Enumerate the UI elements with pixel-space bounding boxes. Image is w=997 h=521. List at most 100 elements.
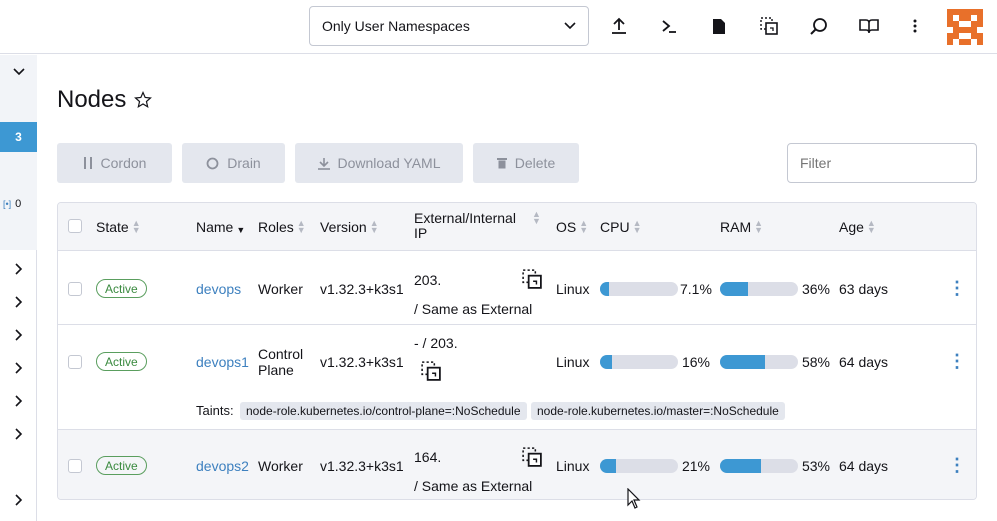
chevron-right-icon[interactable]	[12, 361, 26, 375]
table-row[interactable]: Active devops1 Control Plane v1.32.3+k3s…	[58, 325, 976, 430]
taints-label: Taints:	[196, 403, 234, 418]
node-age: 63 days	[839, 281, 889, 297]
side-nav-cluster-section	[0, 55, 37, 250]
chevron-right-icon[interactable]	[12, 328, 26, 342]
status-badge: Active	[96, 279, 147, 298]
sort-icon: ▲ ▼	[532, 209, 541, 226]
status-badge: Active	[96, 456, 147, 475]
nodes-table: State ▲ ▼ Name ▼ Roles ▲ ▼ Version ▲ ▼ Exte…	[57, 202, 977, 500]
node-external-ip: 203.	[414, 272, 442, 288]
node-roles: Worker	[258, 281, 303, 297]
namespace-select[interactable]: Only User Namespaces	[309, 6, 589, 46]
chevron-down-icon[interactable]	[12, 65, 26, 79]
node-name-link[interactable]: devops2	[196, 458, 249, 474]
delete-button[interactable]: Delete	[473, 143, 579, 183]
row-checkbox[interactable]	[68, 355, 82, 369]
node-os: Linux	[556, 458, 590, 474]
status-badge: Active	[96, 352, 147, 371]
column-header-name[interactable]: Name ▼	[196, 219, 246, 235]
row-actions-icon[interactable]: ⋮	[948, 278, 966, 299]
row-checkbox[interactable]	[68, 459, 82, 473]
sort-descending-icon: ▼	[236, 225, 246, 235]
ram-usage-bar	[720, 355, 798, 369]
copy-icon[interactable]	[522, 269, 542, 289]
sort-icon: ▲ ▼	[632, 218, 642, 235]
sort-icon: ▲ ▼	[296, 218, 306, 235]
copy-paste-icon[interactable]	[752, 9, 786, 43]
table-header: State ▲ ▼ Name ▼ Roles ▲ ▼ Version ▲ ▼ Exte…	[58, 203, 976, 251]
copy-icon[interactable]	[522, 447, 542, 467]
copy-icon[interactable]	[421, 361, 441, 381]
node-os: Linux	[556, 354, 590, 370]
ram-usage-fill	[720, 355, 766, 369]
node-version: v1.32.3+k3s1	[320, 281, 404, 297]
cpu-usage-fill	[600, 355, 613, 369]
sort-icon: ▲ ▼	[369, 218, 379, 235]
mouse-cursor-icon	[627, 488, 641, 509]
row-actions-icon[interactable]: ⋮	[948, 455, 966, 476]
filter-input[interactable]	[787, 143, 977, 183]
ram-usage-value: 36%	[801, 281, 830, 297]
search-icon[interactable]	[802, 9, 836, 43]
column-header-ip[interactable]: External/Internal IP ▲ ▼	[414, 209, 549, 241]
node-version: v1.32.3+k3s1	[320, 354, 404, 370]
star-icon[interactable]	[134, 91, 153, 109]
column-header-state[interactable]: State ▲ ▼	[96, 219, 141, 236]
column-header-ram[interactable]: RAM ▲ ▼	[720, 218, 764, 236]
sort-icon: ▲ ▼	[579, 218, 589, 235]
column-header-cpu[interactable]: CPU ▲ ▼	[600, 218, 642, 236]
upload-icon[interactable]	[602, 9, 636, 43]
cpu-usage-value: 7.1%	[680, 281, 712, 297]
ram-usage-fill	[720, 282, 749, 296]
nav-resource-count[interactable]: [•] 0	[3, 198, 21, 210]
node-age: 64 days	[839, 354, 889, 370]
chevron-down-icon	[564, 22, 576, 30]
node-version: v1.32.3+k3s1	[320, 458, 404, 474]
sort-icon: ▲ ▼	[754, 218, 764, 235]
cpu-usage-bar	[600, 459, 678, 473]
chevron-right-icon[interactable]	[12, 427, 26, 441]
avatar[interactable]	[947, 9, 983, 45]
chevron-right-icon[interactable]	[12, 493, 26, 507]
page-title: Nodes	[57, 86, 153, 114]
more-vert-icon[interactable]	[898, 9, 932, 43]
cpu-usage-value: 21%	[681, 458, 710, 474]
ram-usage-bar	[720, 459, 798, 473]
column-header-age[interactable]: Age ▲ ▼	[839, 218, 876, 236]
column-header-version[interactable]: Version ▲ ▼	[320, 218, 379, 236]
ram-usage-bar	[720, 282, 798, 296]
book-icon[interactable]	[852, 9, 886, 43]
sort-icon: ▲ ▼	[866, 218, 876, 235]
file-icon[interactable]	[702, 9, 736, 43]
terminal-icon[interactable]	[652, 9, 686, 43]
select-all-checkbox[interactable]	[68, 219, 82, 233]
cpu-usage-bar	[600, 282, 678, 296]
table-row[interactable]: Active devops Worker v1.32.3+k3s1 203. /…	[58, 252, 976, 325]
table-row[interactable]: Active devops2 Worker v1.32.3+k3s1 164. …	[58, 430, 976, 499]
nav-count-badge[interactable]: 3	[0, 122, 37, 152]
download-icon	[317, 157, 330, 170]
chevron-right-icon[interactable]	[12, 394, 26, 408]
chevron-right-icon[interactable]	[12, 295, 26, 309]
row-checkbox[interactable]	[68, 282, 82, 296]
circle-icon	[206, 157, 219, 169]
page-title-text: Nodes	[57, 86, 127, 113]
node-roles: Control Plane	[258, 346, 304, 378]
row-actions-icon[interactable]: ⋮	[948, 351, 966, 372]
namespace-select-value: Only User Namespaces	[322, 18, 470, 34]
pause-icon	[83, 157, 92, 169]
download-yaml-button[interactable]: Download YAML	[295, 143, 463, 183]
node-ip: - / 203.	[414, 335, 458, 351]
braces-icon: [•]	[3, 199, 12, 209]
cpu-usage-fill	[600, 459, 617, 473]
side-nav: 3 [•] 0	[0, 55, 37, 521]
cpu-usage-fill	[600, 282, 610, 296]
column-header-roles[interactable]: Roles ▲ ▼	[258, 218, 306, 236]
cordon-button[interactable]: Cordon	[57, 143, 172, 183]
column-header-os[interactable]: OS ▲ ▼	[556, 218, 589, 236]
drain-button[interactable]: Drain	[182, 143, 285, 183]
node-name-link[interactable]: devops	[196, 281, 241, 297]
taint-tag: node-role.kubernetes.io/master=:NoSchedu…	[531, 402, 785, 420]
node-name-link[interactable]: devops1	[196, 354, 249, 370]
chevron-right-icon[interactable]	[12, 262, 26, 276]
